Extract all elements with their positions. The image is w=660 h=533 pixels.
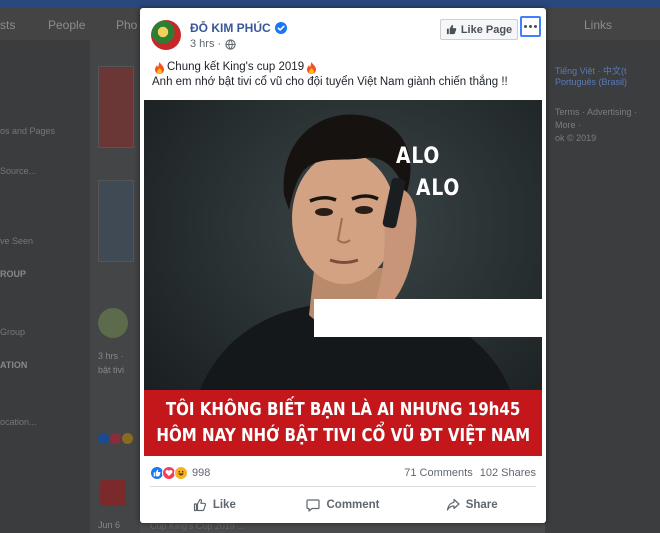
shares-count-link[interactable]: 102 Shares bbox=[480, 467, 536, 479]
footer-links: Terms · Advertising · bbox=[555, 107, 638, 117]
right-sidebar: Tiếng Việt · 中文(t Português (Brasil) Ter… bbox=[545, 40, 660, 533]
sidebar-item: ve Seen bbox=[0, 236, 34, 246]
alo-text: ALO bbox=[416, 176, 461, 201]
background-avatar bbox=[98, 308, 128, 338]
background-post-time: 3 hrs · bbox=[98, 351, 124, 361]
share-button-label: Share bbox=[465, 499, 498, 511]
sidebar-heading: ATION bbox=[0, 360, 28, 370]
more-dots-icon bbox=[524, 25, 537, 28]
globe-icon[interactable] bbox=[225, 38, 236, 50]
alo-text: ALO bbox=[396, 144, 441, 169]
redaction-box bbox=[314, 299, 542, 337]
sidebar-item: Group bbox=[0, 327, 26, 337]
reaction-count: 998 bbox=[192, 467, 211, 479]
sidebar-item: ocation... bbox=[0, 417, 37, 427]
author-row: ĐỖ KIM PHÚC bbox=[190, 21, 287, 35]
author-name[interactable]: ĐỖ KIM PHÚC bbox=[190, 21, 271, 35]
sidebar-heading: ROUP bbox=[0, 269, 27, 279]
background-reactions-icon bbox=[98, 431, 138, 444]
post-body: Anh em nhớ bật tivi cổ vũ cho đội tuyển … bbox=[152, 76, 508, 88]
fire-emoji-icon bbox=[307, 61, 317, 74]
thumbs-up-icon bbox=[446, 24, 457, 35]
reaction-summary[interactable]: 998 bbox=[150, 466, 210, 480]
like-page-button[interactable]: Like Page bbox=[440, 19, 518, 40]
post-actions: Like Comment Share bbox=[150, 491, 536, 519]
tab-partial: sts bbox=[0, 18, 16, 32]
background-post-text: bật tivi bbox=[98, 365, 125, 375]
banner-line: HÔM NAY NHỚ BẬT TIVI CỔ VŨ ĐT VIỆT NAM bbox=[156, 426, 530, 446]
like-button[interactable]: Like bbox=[150, 491, 279, 519]
background-thumbnail bbox=[98, 180, 134, 262]
banner-line: TÔI KHÔNG BIẾT BẠN LÀ AI NHƯNG 19h45 bbox=[165, 400, 521, 420]
thumbs-up-icon bbox=[193, 498, 206, 512]
post-image[interactable]: ALO ALO TÔI KHÔNG BIẾT BẠN LÀ AI NHƯNG 1… bbox=[144, 100, 542, 456]
background-feed-column: 3 hrs · bật tivi Jun 6 bbox=[90, 40, 140, 533]
background-page-logo bbox=[100, 480, 126, 506]
tab-links: Links bbox=[584, 18, 613, 32]
post-text-line: Chung kết King's cup 2019 bbox=[152, 60, 537, 75]
fire-emoji-icon bbox=[155, 61, 164, 74]
post-timestamp[interactable]: 3 hrs bbox=[190, 38, 214, 50]
comments-count-link[interactable]: 71 Comments bbox=[404, 467, 472, 479]
footer-links: More · bbox=[555, 120, 582, 130]
divider bbox=[150, 486, 536, 487]
background-thumbnail bbox=[98, 66, 134, 148]
tab-people: People bbox=[48, 18, 86, 32]
image-caption-banner: TÔI KHÔNG BIẾT BẠN LÀ AI NHƯNG 19h45 HÔM… bbox=[144, 390, 542, 456]
post-card: ĐỖ KIM PHÚC 3 hrs · Like Page Chung kết … bbox=[140, 8, 546, 523]
meta-separator: · bbox=[217, 38, 222, 50]
like-button-label: Like bbox=[212, 499, 236, 511]
post-meta: 3 hrs · bbox=[190, 38, 236, 50]
comment-button[interactable]: Comment bbox=[279, 491, 408, 519]
sidebar-item: Source... bbox=[0, 166, 37, 176]
language-links: Tiếng Việt · 中文(t bbox=[555, 66, 627, 76]
language-links: Português (Brasil) bbox=[555, 77, 628, 87]
author-avatar[interactable] bbox=[151, 20, 181, 50]
haha-reaction-icon bbox=[174, 466, 188, 480]
sidebar-item: os and Pages bbox=[0, 126, 56, 136]
post-headline: Chung kết King's cup 2019 bbox=[167, 61, 305, 73]
like-page-label: Like Page bbox=[460, 23, 513, 36]
share-button[interactable]: Share bbox=[407, 491, 536, 519]
post-text: Chung kết King's cup 2019 Anh em nhớ bật… bbox=[152, 60, 537, 90]
left-sidebar: os and Pages Source... ve Seen ROUP Grou… bbox=[0, 40, 90, 533]
verified-badge-icon bbox=[274, 22, 287, 34]
tab-photos: Pho bbox=[116, 18, 138, 32]
copyright: ok © 2019 bbox=[555, 133, 597, 143]
more-options-button[interactable] bbox=[520, 16, 541, 37]
top-navbar bbox=[0, 0, 660, 8]
engagement-stats: 71 Comments 102 Shares bbox=[404, 467, 536, 479]
comment-icon bbox=[306, 499, 321, 512]
background-post-date: Jun 6 bbox=[98, 520, 121, 530]
share-icon bbox=[446, 498, 460, 511]
comment-button-label: Comment bbox=[326, 499, 380, 511]
